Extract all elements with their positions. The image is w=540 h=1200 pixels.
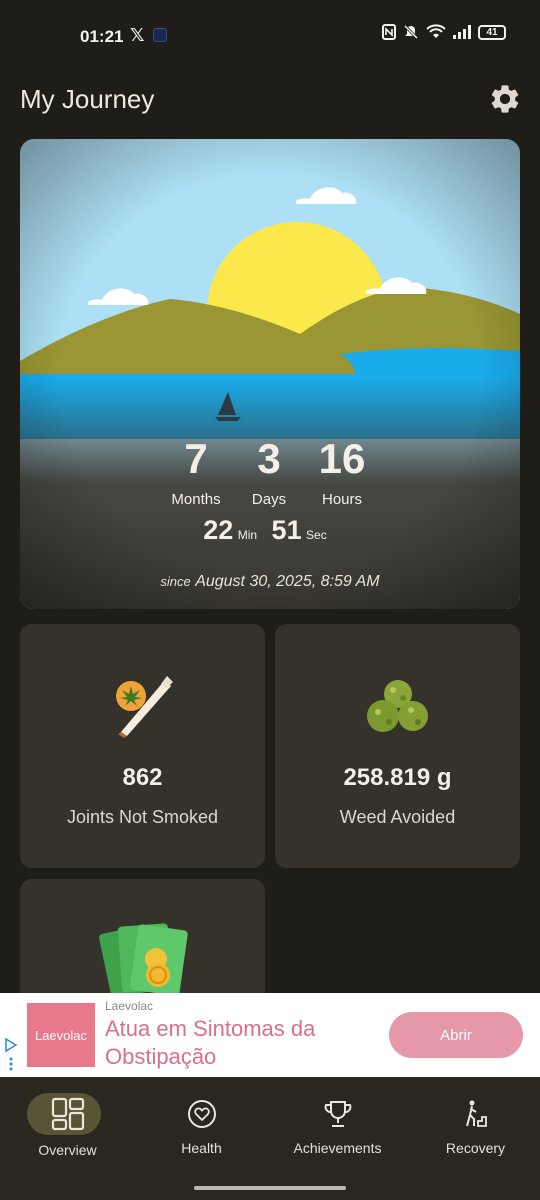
nav-health[interactable]: Health — [134, 1077, 269, 1177]
recovery-icon — [465, 1100, 487, 1127]
seconds-value: 51 — [271, 515, 302, 545]
notification-app-icon — [153, 28, 167, 42]
nav-overview[interactable]: Overview — [0, 1077, 135, 1177]
weed-avoided-label: Weed Avoided — [339, 807, 456, 827]
nav-health-label: Health — [181, 1140, 222, 1156]
countdown-main: 7 Months 3 Days 16 Hours — [20, 437, 520, 517]
hours-label: Hours — [321, 491, 362, 508]
ad-banner[interactable]: Laevolac Laevolac Atua em Sintomas da Ob… — [0, 993, 540, 1077]
quit-date: since August 30, 2025, 8:59 AM — [20, 573, 520, 591]
overview-icon — [51, 1097, 84, 1131]
battery-level: 41 — [486, 26, 498, 38]
status-icons: 41 — [382, 24, 506, 40]
minutes-label: Min — [237, 528, 258, 542]
weed-avoided-value: 258.819 g — [343, 764, 452, 791]
hours-value: 16 — [318, 435, 366, 482]
page-title: My Journey — [20, 84, 155, 114]
ad-open-button[interactable]: Abrir — [389, 1012, 523, 1058]
mute-icon — [403, 24, 419, 40]
joints-not-smoked-card[interactable]: 862 Joints Not Smoked — [20, 624, 265, 868]
joints-not-smoked-label: Joints Not Smoked — [66, 807, 219, 827]
wifi-icon — [426, 24, 446, 38]
ad-brand: Laevolac — [105, 999, 154, 1013]
heart-icon — [187, 1100, 216, 1128]
nav-recovery-label: Recovery — [445, 1140, 506, 1156]
signal-icon — [453, 25, 471, 39]
status-time: 01:21 — [80, 27, 124, 46]
settings-button[interactable] — [488, 82, 522, 116]
since-label: since — [160, 574, 191, 589]
x-app-icon: 𝕏 — [130, 25, 145, 45]
nfc-icon — [382, 24, 396, 40]
battery-icon: 41 — [478, 24, 506, 40]
hours-counter: 16 Hours — [297, 435, 387, 509]
joint-icon — [115, 676, 173, 738]
money-saved-card[interactable] — [20, 879, 265, 1009]
joints-not-smoked-value: 862 — [122, 764, 163, 791]
since-date: August 30, 2025, 8:59 AM — [195, 573, 380, 590]
minutes-value: 22 — [203, 515, 234, 545]
status-bar: 01:21 𝕏 41 — [0, 0, 540, 72]
ad-choices-icon[interactable] — [4, 1037, 18, 1071]
weed-avoided-card[interactable]: 258.819 g Weed Avoided — [275, 624, 520, 868]
bottom-nav: Overview Health Achievements Recovery — [0, 1077, 540, 1200]
seconds-label: Sec — [306, 528, 327, 542]
weed-buds-icon — [366, 680, 428, 732]
home-indicator[interactable] — [194, 1186, 346, 1190]
nav-achievements-label: Achievements — [293, 1140, 382, 1156]
gear-icon — [491, 85, 519, 113]
nav-overview-label: Overview — [38, 1142, 97, 1158]
nav-recovery[interactable]: Recovery — [408, 1077, 540, 1177]
ad-headline[interactable]: Atua em Sintomas da Obstipação — [105, 1015, 375, 1071]
trophy-icon — [324, 1101, 351, 1127]
countdown-secondary: 22 Min 51 Sec — [20, 515, 520, 546]
nav-achievements[interactable]: Achievements — [270, 1077, 405, 1177]
money-icon — [98, 923, 188, 999]
progress-hero-card[interactable]: 7 Months 3 Days 16 Hours 22 Min 51 Sec s… — [20, 139, 520, 609]
ad-logo[interactable]: Laevolac — [27, 1003, 95, 1067]
